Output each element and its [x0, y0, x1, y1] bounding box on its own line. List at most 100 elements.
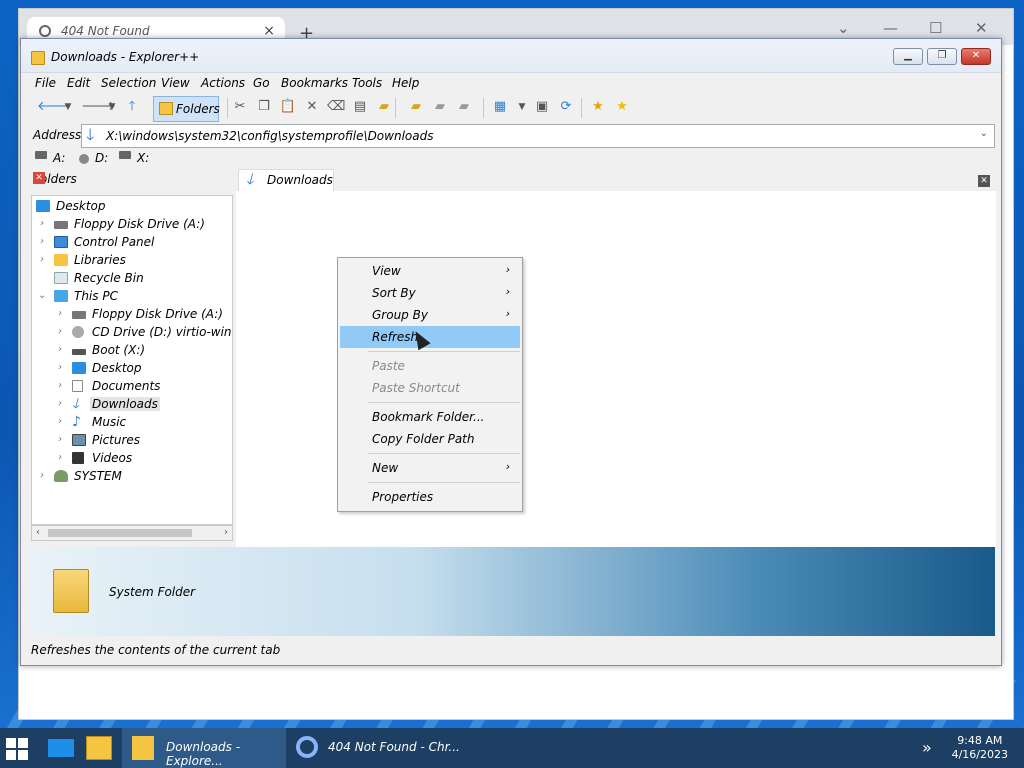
chevron-right-icon[interactable]: ›: [58, 308, 68, 319]
scroll-right-icon[interactable]: ›: [224, 527, 228, 538]
folders-pane: Folders ✕ Desktop › Floppy Disk Drive (A…: [29, 169, 233, 547]
close-tab-icon[interactable]: ×: [263, 23, 275, 39]
minimize-icon[interactable]: —: [883, 19, 898, 37]
menu-selection[interactable]: Selection: [101, 76, 156, 90]
toolbar: 🡐 ▼ 🡒 ▼ 🡑 Folders ✂ ❐ 📋 ✕ ⌫ ▤ ▰ ▰ ▰ ▰ ▦ …: [21, 93, 1001, 123]
clock[interactable]: 9:48 AM 4/16/2023: [952, 734, 1008, 762]
preview-pane: System Folder: [29, 547, 995, 636]
copy-to-icon[interactable]: ▰: [431, 98, 449, 116]
file-explorer-taskbar-icon[interactable]: [86, 736, 112, 760]
tab-label: Downloads: [267, 173, 333, 187]
menu-item-label: Copy Folder Path: [372, 432, 475, 446]
chevron-right-icon[interactable]: ›: [58, 398, 68, 409]
delete-permanently-icon[interactable]: ⌫: [327, 98, 345, 116]
back-icon[interactable]: 🡐: [37, 98, 72, 116]
chevron-right-icon[interactable]: ›: [58, 416, 68, 427]
refresh-icon[interactable]: ⟳: [557, 98, 575, 116]
address-input[interactable]: 🡓 X:\windows\system32\config\systemprofi…: [81, 124, 995, 148]
menu-item-properties[interactable]: Properties: [340, 486, 520, 508]
chevron-right-icon[interactable]: ›: [40, 470, 50, 481]
chevron-right-icon[interactable]: ›: [58, 344, 68, 355]
menu-edit[interactable]: Edit: [67, 76, 90, 90]
this-pc-icon: [54, 290, 68, 302]
new-folder-icon[interactable]: ▰: [407, 98, 425, 116]
close-pane-icon[interactable]: ✕: [33, 172, 45, 184]
minimize-button[interactable]: ▁: [893, 48, 923, 65]
drive-d-button[interactable]: D:: [95, 151, 108, 165]
bookmarks-icon[interactable]: ★: [613, 98, 631, 116]
tab-downloads[interactable]: 🡓 Downloads: [238, 169, 334, 191]
properties-icon[interactable]: ▤: [351, 98, 369, 116]
chevron-down-icon[interactable]: ⌄: [980, 128, 988, 139]
menu-view[interactable]: View: [161, 76, 190, 90]
browser-tab-title: 404 Not Found: [61, 24, 150, 38]
chevron-down-icon[interactable]: ⌄: [837, 19, 850, 37]
taskbar-item-explorer[interactable]: Downloads - Explore...: [122, 728, 286, 768]
menu-tools[interactable]: Tools: [352, 76, 382, 90]
windows-logo-icon: [6, 738, 16, 748]
menu-item-paste-shortcut[interactable]: Paste Shortcut: [340, 377, 520, 399]
scrollbar-thumb[interactable]: [48, 529, 192, 537]
drive-a-button[interactable]: A:: [53, 151, 65, 165]
chevron-down-icon[interactable]: ⌄: [38, 290, 48, 301]
explorer-window: Downloads - Explorer++ ▁ ❐ ✕ File Edit S…: [20, 38, 1002, 666]
menu-file[interactable]: File: [35, 76, 56, 90]
drive-icon: [72, 349, 86, 355]
menu-go[interactable]: Go: [253, 76, 270, 90]
move-to-folder-icon[interactable]: ▰: [375, 98, 393, 116]
maximize-icon[interactable]: ☐: [929, 19, 942, 37]
folder-tree: Desktop › Floppy Disk Drive (A:) › Contr…: [31, 195, 233, 525]
chevron-right-icon[interactable]: ›: [58, 380, 68, 391]
menu-item-new[interactable]: New ›: [340, 457, 520, 479]
delete-icon[interactable]: ✕: [303, 98, 321, 116]
chevron-right-icon[interactable]: ›: [40, 254, 50, 265]
views-dropdown-icon[interactable]: ▼: [513, 98, 531, 116]
horizontal-scrollbar[interactable]: ‹ ›: [31, 525, 233, 541]
taskbar-item-label: Downloads - Explore...: [166, 740, 241, 768]
chevron-right-icon[interactable]: ›: [40, 218, 50, 229]
menu-item-sort-by[interactable]: Sort By ›: [340, 282, 520, 304]
menu-separator: [368, 351, 520, 352]
drive-x-button[interactable]: X:: [137, 151, 149, 165]
tree-item-label: Boot (X:): [92, 343, 146, 357]
menu-item-copy-folder-path[interactable]: Copy Folder Path: [340, 428, 520, 450]
cut-icon[interactable]: ✂: [231, 98, 249, 116]
menu-actions[interactable]: Actions: [201, 76, 245, 90]
floppy-icon: [72, 311, 86, 319]
menu-item-group-by[interactable]: Group By ›: [340, 304, 520, 326]
folders-icon: [159, 102, 173, 115]
title-bar[interactable]: Downloads - Explorer++ ▁ ❐ ✕: [21, 39, 1001, 73]
bookmark-folder-icon[interactable]: ★: [589, 98, 607, 116]
close-icon[interactable]: ✕: [975, 19, 988, 37]
forward-dropdown-icon[interactable]: ▼: [103, 98, 121, 116]
back-dropdown-icon[interactable]: ▼: [59, 98, 77, 116]
copy-icon[interactable]: ❐: [255, 98, 273, 116]
paste-icon[interactable]: 📋: [279, 98, 297, 116]
chevron-right-icon[interactable]: ›: [58, 452, 68, 463]
chevron-right-icon[interactable]: ›: [58, 434, 68, 445]
folders-button[interactable]: Folders: [153, 96, 220, 122]
chevron-right-icon[interactable]: ›: [58, 326, 68, 337]
close-button[interactable]: ✕: [961, 48, 991, 65]
up-icon[interactable]: 🡑: [123, 98, 141, 116]
menu-item-view[interactable]: View ›: [340, 260, 520, 282]
downloads-icon: 🡓: [246, 170, 254, 188]
forward-icon[interactable]: 🡒: [81, 98, 116, 116]
maximize-button[interactable]: ❐: [927, 48, 957, 65]
command-prompt-icon[interactable]: ▣: [533, 98, 551, 116]
views-icon[interactable]: ▦: [491, 98, 509, 116]
start-button[interactable]: [6, 738, 30, 760]
scroll-left-icon[interactable]: ‹: [36, 527, 40, 538]
menu-item-refresh[interactable]: Refresh: [340, 326, 520, 348]
close-tab-icon[interactable]: ✕: [978, 175, 990, 187]
desktop-taskbar-icon[interactable]: [48, 739, 74, 757]
chevron-right-icon[interactable]: ›: [40, 236, 50, 247]
taskbar-item-chrome[interactable]: 404 Not Found - Chr...: [290, 728, 460, 768]
menu-bookmarks[interactable]: Bookmarks: [281, 76, 348, 90]
chevron-double-right-icon[interactable]: »: [922, 738, 932, 757]
chevron-right-icon[interactable]: ›: [58, 362, 68, 373]
menu-item-paste[interactable]: Paste: [340, 355, 520, 377]
menu-help[interactable]: Help: [392, 76, 419, 90]
menu-item-bookmark-folder[interactable]: Bookmark Folder...: [340, 406, 520, 428]
move-to-icon[interactable]: ▰: [455, 98, 473, 116]
